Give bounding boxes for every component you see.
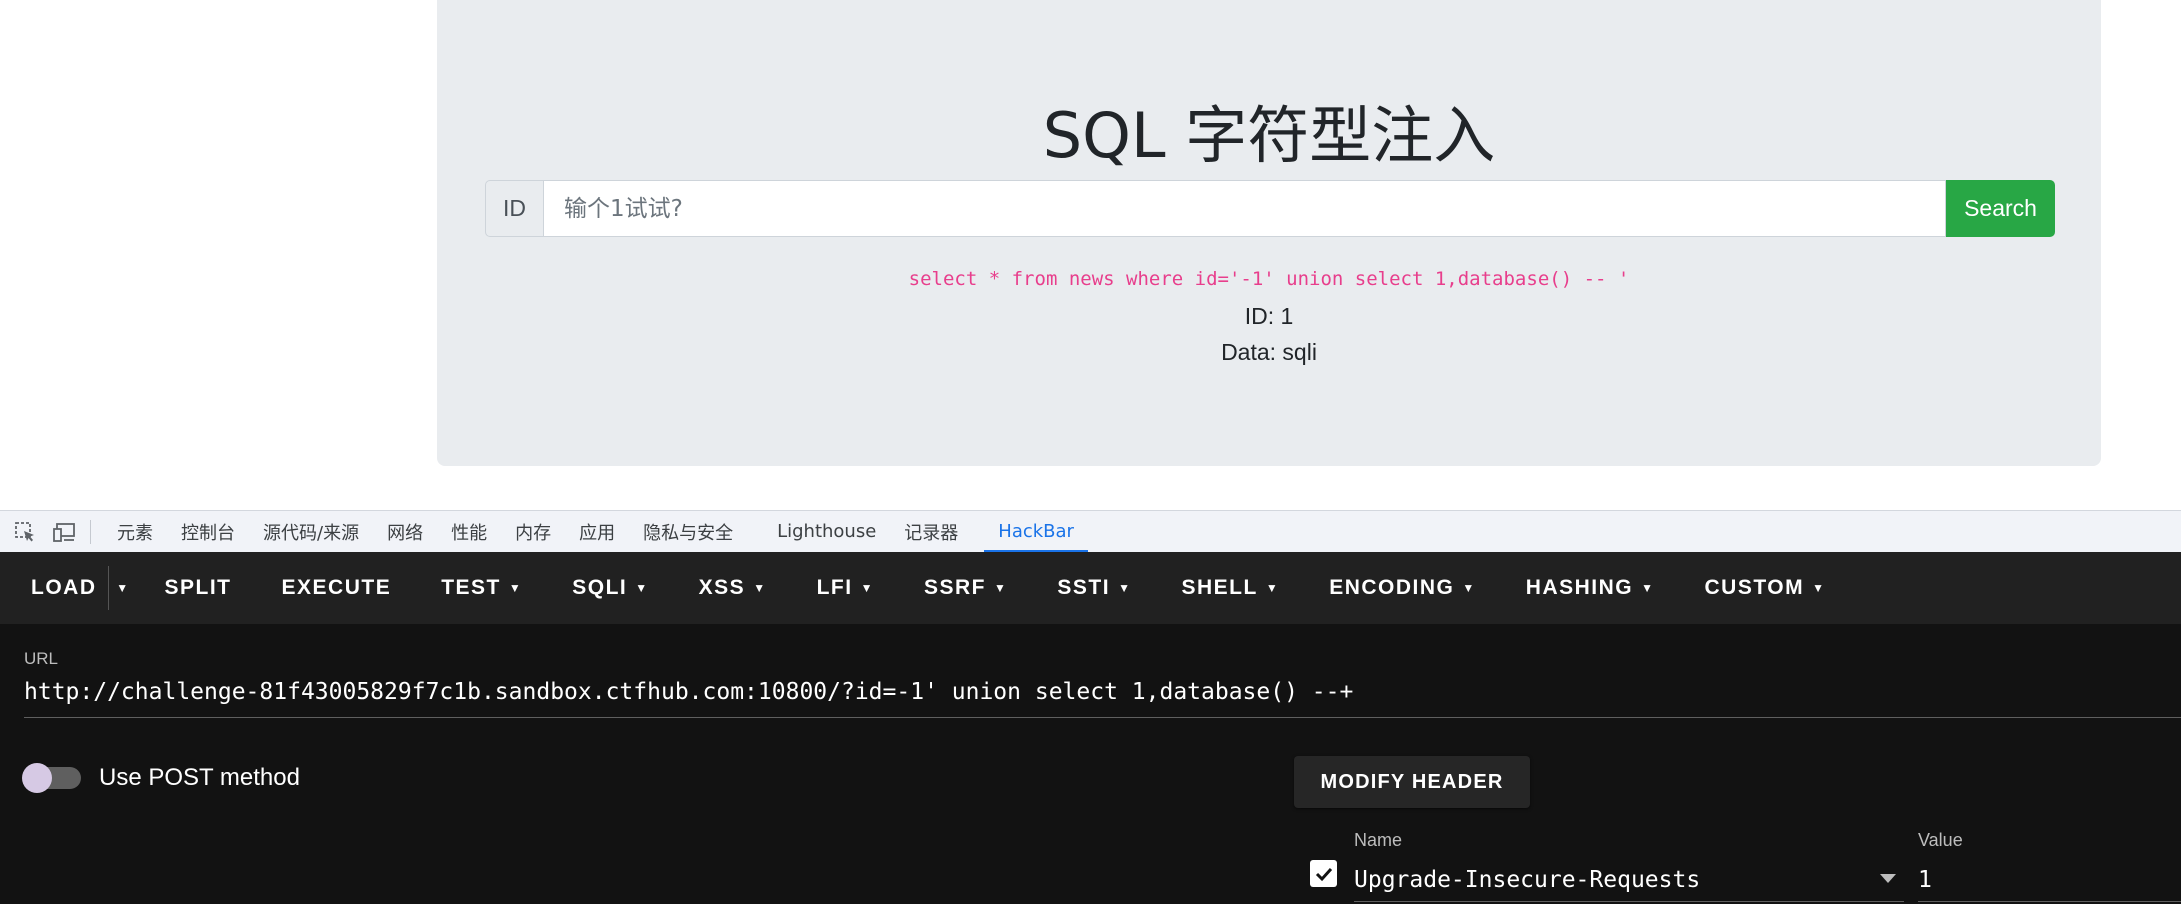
ssrf-menu-button[interactable]: SSRF ▼ — [899, 552, 1032, 624]
toggle-thumb[interactable] — [22, 763, 52, 793]
encoding-label: ENCODING — [1329, 576, 1455, 599]
result-data: Data: sqli — [1221, 339, 1317, 365]
webpage-viewport: SQL 字符型注入 ID Search select * from news w… — [0, 0, 2181, 510]
caret-down-icon: ▼ — [635, 581, 649, 595]
xss-menu-button[interactable]: XSS ▼ — [674, 552, 792, 624]
header-name-label: Name — [1354, 830, 1403, 850]
test-label: TEST — [441, 576, 501, 599]
split-button[interactable]: SPLIT — [140, 552, 257, 624]
header-value-label: Value — [1918, 830, 1963, 850]
header-enabled-checkbox[interactable] — [1310, 860, 1337, 887]
caret-down-icon: ▼ — [1462, 581, 1476, 595]
load-button[interactable]: LOAD — [0, 552, 122, 624]
dropdown-arrow-icon — [1880, 874, 1896, 883]
page-title: SQL 字符型注入 — [1042, 99, 1496, 172]
encoding-menu-button[interactable]: ENCODING ▼ — [1304, 552, 1501, 624]
ssti-menu-button[interactable]: SSTI ▼ — [1032, 552, 1156, 624]
header-value-text: 1 — [1918, 866, 1932, 893]
tab-network[interactable]: 网络 — [373, 511, 437, 553]
checkmark-icon — [1315, 867, 1332, 881]
caret-down-icon: ▼ — [508, 581, 523, 595]
url-label: URL — [24, 649, 59, 668]
custom-label: CUSTOM — [1704, 576, 1805, 599]
inspect-element-icon[interactable] — [10, 517, 40, 547]
xss-label: XSS — [698, 576, 746, 599]
jumbotron-panel: SQL 字符型注入 ID Search select * from news w… — [437, 0, 2101, 466]
device-toolbar-icon[interactable] — [50, 517, 80, 547]
modify-header-button[interactable]: MODIFY HEADER — [1294, 756, 1530, 808]
tab-divider — [90, 519, 91, 544]
lfi-menu-button[interactable]: LFI ▼ — [792, 552, 899, 624]
hashing-menu-button[interactable]: HASHING ▼ — [1501, 552, 1680, 624]
search-input-group: ID Search — [485, 180, 2055, 237]
shell-menu-button[interactable]: SHELL ▼ — [1156, 552, 1304, 624]
tab-sources[interactable]: 源代码/来源 — [249, 511, 373, 553]
ssrf-label: SSRF — [923, 576, 986, 599]
tab-recorder[interactable]: 记录器 — [890, 511, 972, 553]
load-label: LOAD — [31, 576, 97, 599]
sql-query-text: select * from news where id='-1' union s… — [908, 268, 1630, 290]
ssti-label: SSTI — [1057, 576, 1111, 599]
hackbar-toolbar: LOAD ▼ SPLIT EXECUTE TEST ▼ SQLI ▼ XSS ▼… — [0, 552, 2181, 624]
tab-application[interactable]: 应用 — [565, 511, 629, 553]
result-id: ID: 1 — [1244, 303, 1294, 329]
hashing-label: HASHING — [1525, 576, 1634, 599]
caret-down-icon: ▼ — [1641, 581, 1655, 595]
search-button[interactable]: Search — [1946, 180, 2055, 237]
custom-menu-button[interactable]: CUSTOM ▼ — [1680, 552, 1851, 624]
execute-button[interactable]: EXECUTE — [257, 552, 417, 624]
split-label: SPLIT — [164, 576, 232, 599]
toggle-track[interactable] — [22, 763, 81, 793]
id-input[interactable] — [544, 180, 1946, 237]
execute-label: EXECUTE — [281, 576, 392, 599]
header-name-value: Upgrade-Insecure-Requests — [1354, 866, 1701, 893]
id-addon-label: ID — [485, 180, 544, 237]
lfi-label: LFI — [816, 576, 853, 599]
tab-lighthouse[interactable]: Lighthouse — [763, 511, 890, 553]
hackbar-panel: URL http://challenge-81f43005829f7c1b.sa… — [0, 624, 2181, 904]
tab-hackbar[interactable]: HackBar — [984, 511, 1088, 553]
sqli-label: SQLI — [572, 576, 628, 599]
caret-down-icon: ▼ — [994, 581, 1008, 595]
devtools-tab-bar: 元素 控制台 源代码/来源 网络 性能 内存 应用 隐私与安全 Lighthou… — [0, 510, 2181, 553]
tab-memory[interactable]: 内存 — [501, 511, 565, 553]
tab-elements[interactable]: 元素 — [103, 511, 167, 553]
caret-down-icon: ▼ — [1812, 581, 1826, 595]
sqli-menu-button[interactable]: SQLI ▼ — [547, 552, 673, 624]
url-textarea[interactable]: http://challenge-81f43005829f7c1b.sandbo… — [24, 679, 2181, 718]
tab-privacy-security[interactable]: 隐私与安全 — [629, 511, 747, 553]
caret-down-icon: ▼ — [860, 581, 874, 595]
post-method-label: Use POST method — [99, 764, 300, 791]
header-name-select[interactable]: Upgrade-Insecure-Requests — [1354, 858, 1904, 902]
shell-label: SHELL — [1181, 576, 1258, 599]
tab-console[interactable]: 控制台 — [167, 511, 249, 553]
post-method-toggle[interactable]: Use POST method — [22, 763, 300, 793]
header-value-input[interactable]: 1 — [1918, 858, 2181, 902]
tab-performance[interactable]: 性能 — [437, 511, 501, 553]
caret-down-icon: ▼ — [753, 581, 767, 595]
header-row: Name Upgrade-Insecure-Requests Value 1 — [1308, 830, 2181, 904]
caret-down-icon: ▼ — [1265, 581, 1280, 595]
load-dropdown-icon[interactable]: ▼ — [107, 566, 138, 610]
test-menu-button[interactable]: TEST ▼ — [416, 552, 547, 624]
caret-down-icon: ▼ — [1118, 581, 1132, 595]
